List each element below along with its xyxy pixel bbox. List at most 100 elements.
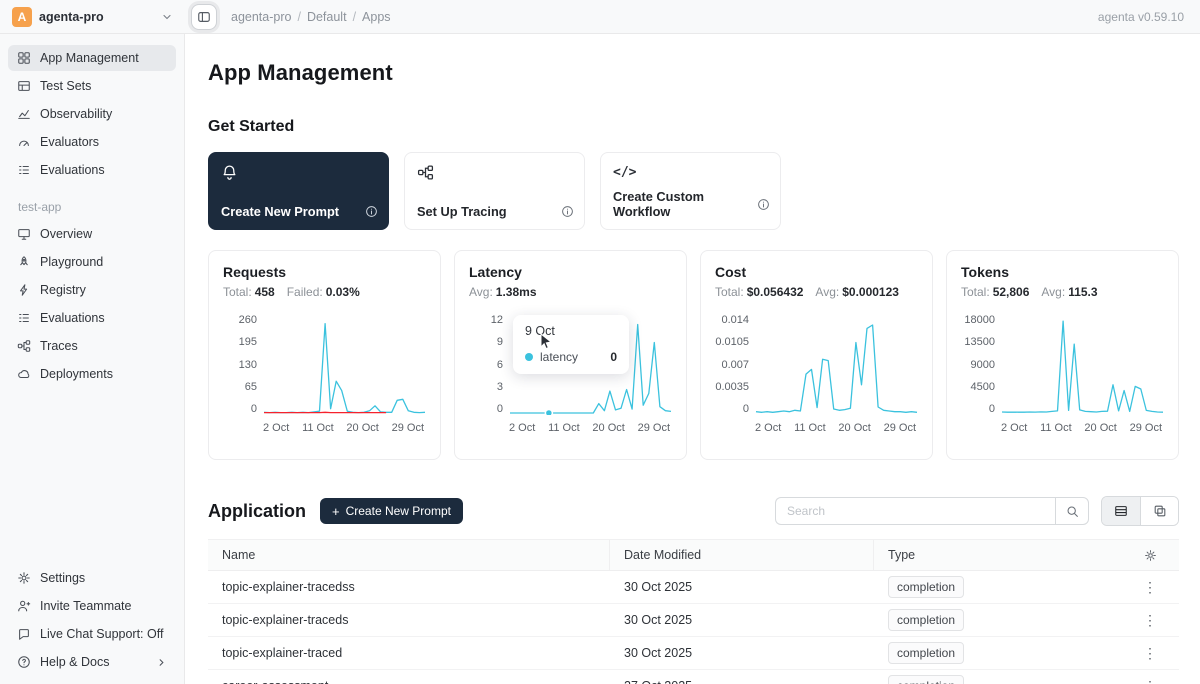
chat-bubble-icon — [17, 627, 31, 641]
breadcrumb-workspace[interactable]: agenta-pro — [231, 10, 291, 24]
sidebar-item-label: Test Sets — [40, 79, 91, 93]
sidebar-item-label: Deployments — [40, 367, 113, 381]
workspace-avatar: A — [12, 7, 32, 27]
sidebar-item-label: Traces — [40, 339, 78, 353]
y-axis: 129630 — [469, 313, 503, 415]
sidebar-item-playground[interactable]: Playground — [8, 249, 176, 275]
table-row[interactable]: topic-explainer-tracedss 30 Oct 2025 com… — [208, 571, 1179, 604]
app-name: topic-explainer-traced — [208, 637, 610, 669]
sidebar-item-evaluators[interactable]: Evaluators — [8, 129, 176, 155]
row-menu-button[interactable]: ⋮ — [1138, 674, 1162, 684]
table-row[interactable]: career-assessment 27 Oct 2025 completion… — [208, 670, 1179, 684]
breadcrumb-separator: / — [353, 10, 356, 24]
sidebar-item-label: Live Chat Support: Off — [40, 627, 163, 641]
sidebar-toggle-button[interactable] — [191, 4, 217, 30]
search-icon — [1066, 505, 1079, 518]
type-badge: completion — [888, 642, 964, 665]
monitor-icon — [17, 227, 31, 241]
metric-cards: Requests Total:458 Failed:0.03% 26019513… — [208, 250, 1179, 460]
create-button-label: Create New Prompt — [346, 504, 451, 518]
table-row[interactable]: topic-explainer-traced 30 Oct 2025 compl… — [208, 637, 1179, 670]
info-icon[interactable] — [365, 205, 378, 218]
row-menu-button[interactable]: ⋮ — [1138, 641, 1162, 665]
create-custom-workflow-card[interactable]: </> Create Custom Workflow — [600, 152, 781, 230]
get-started-cards: Create New Prompt Set Up Tracing — [208, 152, 1179, 230]
info-icon[interactable] — [757, 198, 770, 211]
sidebar-section-label: test-app — [18, 200, 166, 214]
list-checks-icon — [17, 163, 31, 177]
card-view-button[interactable] — [1140, 497, 1178, 525]
sidebar-item-invite-teammate[interactable]: Invite Teammate — [8, 593, 176, 619]
sidebar-toggle-icon — [197, 10, 211, 24]
sidebar-spacer — [0, 388, 184, 564]
sidebar-item-label: Evaluators — [40, 135, 99, 149]
sidebar-item-help-docs[interactable]: Help & Docs — [8, 649, 176, 675]
row-menu-button[interactable]: ⋮ — [1138, 608, 1162, 632]
table-row[interactable]: topic-explainer-traceds 30 Oct 2025 comp… — [208, 604, 1179, 637]
app-version: agenta v0.59.10 — [1098, 10, 1200, 24]
gear-icon — [1144, 549, 1157, 562]
card-view-icon — [1153, 504, 1167, 518]
sidebar-item-traces[interactable]: Traces — [8, 333, 176, 359]
tooltip-value: 0 — [592, 350, 617, 364]
sidebar-item-settings[interactable]: Settings — [8, 565, 176, 591]
plot[interactable] — [263, 313, 426, 415]
sidebar-item-test-sets[interactable]: Test Sets — [8, 73, 176, 99]
list-checks-icon — [17, 311, 31, 325]
sidebar-item-label: Overview — [40, 227, 92, 241]
search-input[interactable] — [775, 497, 1055, 525]
sidebar-item-deployments[interactable]: Deployments — [8, 361, 176, 387]
app-name: career-assessment — [208, 670, 610, 684]
x-axis: 2 Oct11 Oct20 Oct29 Oct — [755, 422, 916, 434]
breadcrumb-project[interactable]: Default — [307, 10, 347, 24]
sidebar-item-app-evaluations[interactable]: Evaluations — [8, 305, 176, 331]
frame: App Management Test Sets Observability E… — [0, 34, 1200, 684]
create-new-prompt-card[interactable]: Create New Prompt — [208, 152, 389, 230]
app-date-modified: 30 Oct 2025 — [610, 571, 874, 603]
sidebar-item-live-chat-support[interactable]: Live Chat Support: Off — [8, 621, 176, 647]
app-date-modified: 30 Oct 2025 — [610, 637, 874, 669]
app-root: A agenta-pro agenta-pro / Default / Apps… — [0, 0, 1200, 684]
page-title: App Management — [208, 60, 1179, 86]
plot[interactable] — [755, 313, 918, 415]
workspace-switcher[interactable]: A agenta-pro — [0, 7, 185, 27]
y-axis: 260195130650 — [223, 313, 257, 415]
question-circle-icon — [17, 655, 31, 669]
create-new-prompt-button[interactable]: + Create New Prompt — [320, 498, 463, 524]
sidebar-item-label: Settings — [40, 571, 85, 585]
sidebar-item-label: Invite Teammate — [40, 599, 131, 613]
main-content: App Management Get Started Create New Pr… — [185, 34, 1200, 684]
table-view-icon — [1114, 504, 1128, 518]
series-dot — [525, 353, 533, 361]
metric-title: Latency — [469, 264, 672, 280]
application-header: Application + Create New Prompt — [208, 496, 1179, 526]
gear-icon — [17, 571, 31, 585]
row-menu-button[interactable]: ⋮ — [1138, 575, 1162, 599]
metric-stats: Total:$0.056432 Avg:$0.000123 — [715, 285, 918, 299]
table-view-button[interactable] — [1102, 497, 1140, 525]
sidebar-item-observability[interactable]: Observability — [8, 101, 176, 127]
metric-title: Requests — [223, 264, 426, 280]
tooltip-series: latency — [540, 350, 578, 364]
applications-table: Name Date Modified Type topic-explainer-… — [208, 539, 1179, 684]
sidebar-item-registry[interactable]: Registry — [8, 277, 176, 303]
plot[interactable] — [1001, 313, 1164, 415]
x-axis: 2 Oct11 Oct20 Oct29 Oct — [1001, 422, 1162, 434]
chevron-down-icon — [161, 11, 173, 23]
sidebar-item-label: Help & Docs — [40, 655, 109, 669]
column-settings-button[interactable] — [1138, 543, 1162, 567]
table-header: Name Date Modified Type — [208, 540, 1179, 571]
lightning-icon — [17, 283, 31, 297]
sidebar-item-overview[interactable]: Overview — [8, 221, 176, 247]
set-up-tracing-card[interactable]: Set Up Tracing — [404, 152, 585, 230]
info-icon[interactable] — [561, 205, 574, 218]
metric-title: Cost — [715, 264, 918, 280]
application-heading: Application — [208, 501, 306, 522]
search-button[interactable] — [1055, 497, 1089, 525]
gauge-icon — [17, 135, 31, 149]
breadcrumb-page[interactable]: Apps — [362, 10, 391, 24]
sidebar-item-evaluations[interactable]: Evaluations — [8, 157, 176, 183]
sidebar-item-label: Registry — [40, 283, 86, 297]
sidebar-item-app-management[interactable]: App Management — [8, 45, 176, 71]
x-axis: 2 Oct11 Oct20 Oct29 Oct — [509, 422, 670, 434]
